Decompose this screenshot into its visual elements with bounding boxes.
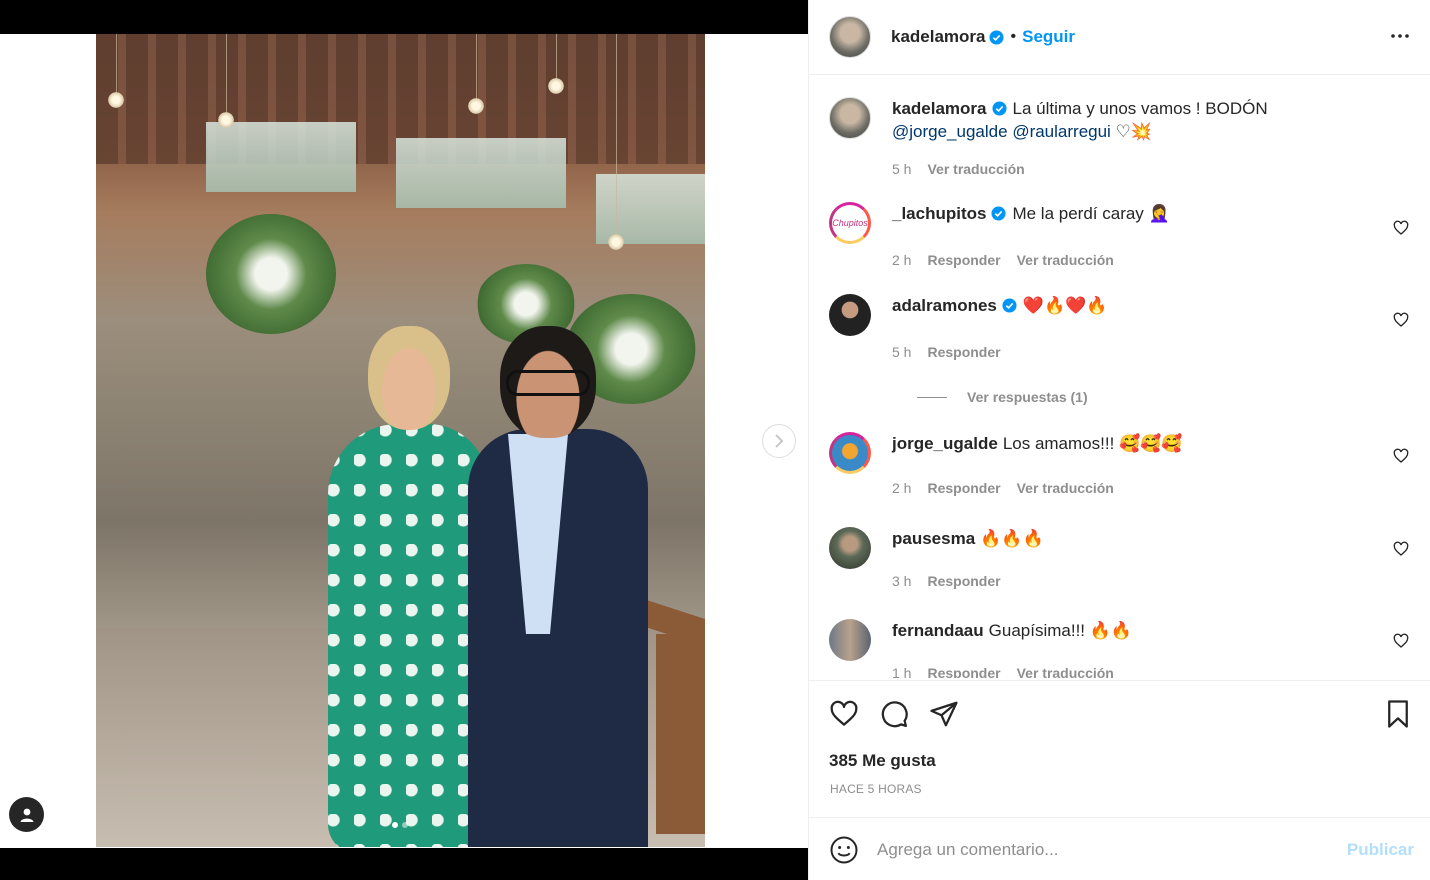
reply-link[interactable]: Responder: [927, 252, 1000, 268]
mention-link[interactable]: @jorge_ugalde: [892, 122, 1008, 141]
like-comment-icon[interactable]: [1393, 220, 1409, 236]
comment-text: jorge_ugalde Los amamos!!! 🥰🥰🥰: [892, 432, 1362, 456]
reply-link[interactable]: Responder: [927, 480, 1000, 496]
comment-emoji: 🔥🔥🔥: [980, 529, 1044, 549]
carousel-indicator: [392, 822, 408, 828]
comment-emoji: ❤️🔥❤️🔥: [1022, 296, 1108, 316]
chevron-right-icon: [775, 434, 784, 448]
commenter-avatar[interactable]: [829, 294, 871, 336]
emoji-icon[interactable]: [829, 835, 859, 865]
comment-item: pausesma 🔥🔥🔥 3 h Responder: [829, 527, 1409, 607]
user-tag-icon: [20, 808, 33, 822]
caption: kadelamora La última y unos vamos ! BODÓN…: [829, 97, 1409, 187]
commenter-avatar[interactable]: [829, 432, 871, 474]
translate-link[interactable]: Ver traducción: [1017, 480, 1114, 496]
comment-time[interactable]: 3 h: [892, 573, 911, 589]
comment-item: adalramones ❤️🔥❤️🔥 5 h Responder Ver resp…: [829, 294, 1409, 414]
translate-link[interactable]: Ver traducción: [1017, 665, 1114, 678]
replies-divider: [917, 396, 947, 398]
commenter-username[interactable]: fernandaau: [892, 621, 984, 640]
caption-time[interactable]: 5 h: [892, 161, 911, 177]
caption-meta: 5 h Ver traducción: [892, 161, 1025, 177]
reply-link[interactable]: Responder: [927, 665, 1000, 678]
verified-badge-icon: [988, 29, 1004, 45]
commenter-avatar[interactable]: Chupitos: [829, 202, 871, 244]
comment-meta: 3 h Responder: [892, 573, 1001, 589]
carousel-dot: [402, 822, 408, 828]
bookmark-icon[interactable]: [1385, 699, 1411, 729]
like-comment-icon[interactable]: [1393, 448, 1409, 464]
comment-emoji: 🔥🔥: [1089, 621, 1133, 641]
comment-item: fernandaau Guapísima!!! 🔥🔥 1 h Responder …: [829, 619, 1409, 678]
comment-meta: 2 h Responder Ver traducción: [892, 480, 1114, 496]
reply-link[interactable]: Responder: [927, 344, 1000, 360]
next-slide-button[interactable]: [762, 424, 796, 458]
post-actions: 385 Me gusta HACE 5 HORAS: [809, 680, 1430, 818]
caption-avatar[interactable]: [829, 97, 871, 139]
comment-text: _lachupitos Me la perdí caray 🤦‍♀️: [892, 202, 1362, 226]
tagged-users-button[interactable]: [9, 797, 44, 832]
verified-badge-icon: [991, 206, 1006, 221]
comment-item: Chupitos _lachupitos Me la perdí caray 🤦‍…: [829, 202, 1409, 282]
view-replies-label: Ver respuestas (1): [967, 389, 1088, 405]
commenter-avatar[interactable]: [829, 527, 871, 569]
translate-link[interactable]: Ver traducción: [927, 161, 1024, 177]
like-comment-icon[interactable]: [1393, 541, 1409, 557]
commenter-username[interactable]: adalramones: [892, 296, 997, 315]
post-timestamp[interactable]: HACE 5 HORAS: [830, 782, 922, 796]
comment-item: jorge_ugalde Los amamos!!! 🥰🥰🥰 2 h Respon…: [829, 432, 1409, 512]
comment-icon[interactable]: [879, 699, 909, 729]
carousel-dot-active: [392, 822, 398, 828]
post-header: kadelamora • Seguir: [809, 0, 1430, 75]
verified-badge-icon: [991, 101, 1007, 116]
comment-time[interactable]: 5 h: [892, 344, 911, 360]
commenter-username[interactable]: pausesma: [892, 529, 975, 548]
more-options-icon[interactable]: [1388, 24, 1412, 48]
action-icons: [829, 699, 1411, 731]
verified-badge-icon: [1002, 298, 1017, 313]
comments-list[interactable]: kadelamora La última y unos vamos ! BODÓN…: [809, 76, 1430, 678]
comment-meta: 1 h Responder Ver traducción: [892, 665, 1114, 678]
comment-body: Los amamos!!!: [1002, 434, 1115, 453]
post-sidebar: kadelamora • Seguir kadelamora La última …: [808, 0, 1430, 880]
comment-composer: Agrega un comentario... Publicar: [809, 819, 1430, 880]
reply-link[interactable]: Responder: [927, 573, 1000, 589]
comment-time[interactable]: 2 h: [892, 480, 911, 496]
translate-link[interactable]: Ver traducción: [1017, 252, 1114, 268]
caption-text: kadelamora La última y unos vamos ! BODÓN…: [892, 97, 1362, 144]
author-username[interactable]: kadelamora: [891, 27, 986, 47]
comment-time[interactable]: 1 h: [892, 665, 911, 678]
commenter-username[interactable]: jorge_ugalde: [892, 434, 998, 453]
caption-emojis: ♡💥: [1115, 122, 1152, 142]
comment-meta: 2 h Responder Ver traducción: [892, 252, 1114, 268]
comment-body: Me la perdí caray: [1012, 204, 1144, 223]
like-comment-icon[interactable]: [1393, 312, 1409, 328]
caption-body: La última y unos vamos ! BODÓN: [1012, 99, 1268, 118]
avatar-label: Chupitos: [832, 218, 868, 228]
view-replies-button[interactable]: Ver respuestas (1): [917, 389, 1088, 405]
post-photo[interactable]: [96, 34, 705, 847]
comment-emoji: 🥰🥰🥰: [1119, 434, 1183, 454]
commenter-username[interactable]: _lachupitos: [892, 204, 986, 223]
caption-username[interactable]: kadelamora: [892, 99, 987, 118]
media-pane: [0, 0, 808, 880]
share-icon[interactable]: [929, 699, 959, 729]
follow-button[interactable]: Seguir: [1022, 27, 1075, 47]
comment-time[interactable]: 2 h: [892, 252, 911, 268]
comment-text: fernandaau Guapísima!!! 🔥🔥: [892, 619, 1362, 643]
comment-input[interactable]: Agrega un comentario...: [877, 840, 1347, 860]
comment-body: Guapísima!!!: [988, 621, 1086, 640]
mention-link[interactable]: @raularregui: [1012, 122, 1111, 141]
comment-text: pausesma 🔥🔥🔥: [892, 527, 1362, 551]
comment-meta: 5 h Responder: [892, 344, 1001, 360]
commenter-avatar[interactable]: [829, 619, 871, 661]
comment-emoji: 🤦‍♀️: [1148, 204, 1170, 224]
likes-count[interactable]: 385 Me gusta: [829, 751, 936, 771]
header-separator: •: [1010, 28, 1017, 45]
like-comment-icon[interactable]: [1393, 633, 1409, 649]
author-avatar[interactable]: [829, 16, 871, 58]
publish-button[interactable]: Publicar: [1347, 840, 1414, 860]
heart-icon[interactable]: [829, 699, 859, 729]
comment-text: adalramones ❤️🔥❤️🔥: [892, 294, 1362, 318]
